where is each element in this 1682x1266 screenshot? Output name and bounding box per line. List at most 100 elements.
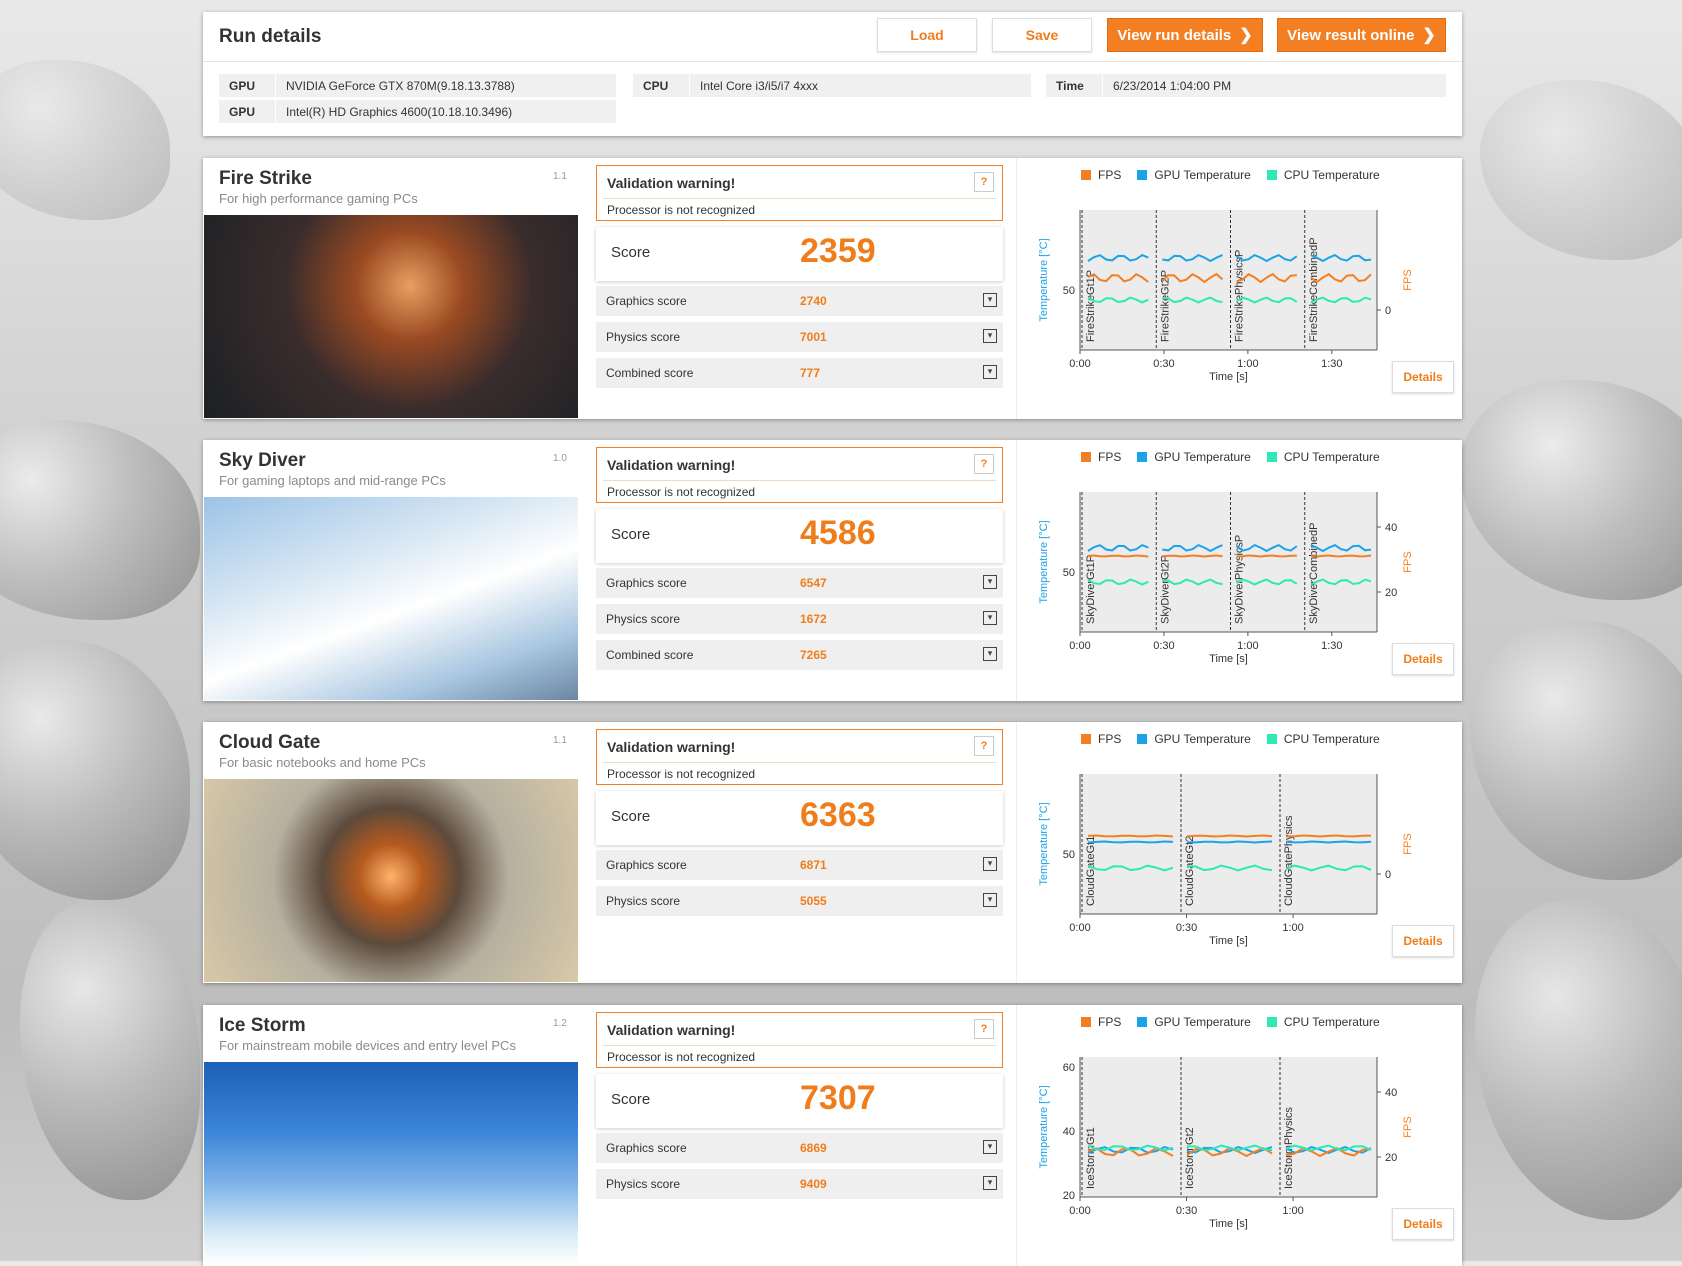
segment-label: FireStrikeGt1P: [1085, 270, 1097, 342]
expand-dropdown-icon[interactable]: ▾: [983, 647, 997, 661]
monitoring-chart: FPS GPU Temperature CPU Temperature Clou…: [1016, 722, 1463, 983]
right-tick-label: 0: [1385, 869, 1391, 881]
test-artwork: [204, 215, 578, 418]
cpu-row: CPU Intel Core i3/i5/i7 4xxx: [633, 74, 1031, 97]
expand-dropdown-icon[interactable]: ▾: [983, 329, 997, 343]
validation-warning: Validation warning! ? Processor is not r…: [596, 447, 1003, 503]
details-button[interactable]: Details: [1392, 925, 1454, 957]
x-tick-label: 0:30: [1153, 640, 1174, 652]
left-tick-label: 60: [1063, 1062, 1075, 1074]
background-rock: [1460, 380, 1682, 600]
test-artwork: [204, 779, 578, 982]
x-axis-label: Time [s]: [1209, 653, 1248, 665]
score-label: Score: [611, 808, 651, 825]
help-icon[interactable]: ?: [974, 736, 994, 756]
score-value: 7307: [800, 1079, 876, 1117]
subscore-row: Physics score 1672 ▾: [596, 604, 1003, 634]
help-icon[interactable]: ?: [974, 454, 994, 474]
help-icon[interactable]: ?: [974, 172, 994, 192]
subscore-value: 2740: [800, 294, 827, 308]
expand-dropdown-icon[interactable]: ▾: [983, 1176, 997, 1190]
score-label: Score: [611, 1091, 651, 1108]
score-box: Score 2359: [596, 227, 1003, 281]
test-version: 1.1: [553, 171, 567, 182]
right-tick-label: 40: [1385, 1087, 1397, 1099]
run-details-panel: Run details Load Save View run details ❯…: [203, 12, 1462, 136]
x-tick-label: 0:00: [1069, 640, 1090, 652]
expand-dropdown-icon[interactable]: ▾: [983, 293, 997, 307]
left-tick-label: 40: [1063, 1126, 1075, 1138]
test-artwork: [204, 497, 578, 700]
expand-dropdown-icon[interactable]: ▾: [983, 575, 997, 589]
save-button[interactable]: Save: [992, 18, 1092, 52]
subscore-row: Graphics score 6547 ▾: [596, 568, 1003, 598]
subscore-label: Physics score: [606, 612, 681, 626]
cpu-label: CPU: [643, 78, 669, 93]
help-icon[interactable]: ?: [974, 1019, 994, 1039]
header-divider: [203, 61, 1462, 62]
test-subtitle: For high performance gaming PCs: [219, 191, 418, 206]
test-title: Sky Diver: [219, 450, 306, 471]
run-details-title: Run details: [219, 26, 322, 47]
subscore-label: Graphics score: [606, 858, 687, 872]
right-tick-label: 20: [1385, 1152, 1397, 1164]
x-tick-label: 0:30: [1176, 1205, 1197, 1217]
gpu-label: GPU: [229, 104, 256, 119]
subscore-label: Combined score: [606, 366, 694, 380]
view-result-online-button[interactable]: View result online ❯: [1277, 18, 1446, 52]
details-button[interactable]: Details: [1392, 643, 1454, 675]
subscore-value: 7265: [800, 648, 827, 662]
validation-warning: Validation warning! ? Processor is not r…: [596, 1012, 1003, 1068]
subscore-label: Physics score: [606, 1177, 681, 1191]
background-rock: [1470, 620, 1682, 880]
segment-label: CloudGateGt2: [1184, 836, 1196, 906]
chevron-right-icon: ❯: [1239, 27, 1253, 44]
background-rock: [0, 640, 190, 900]
x-tick-label: 1:30: [1321, 640, 1342, 652]
score-value: 2359: [800, 232, 876, 270]
right-axis-label: FPS: [1402, 269, 1414, 290]
details-button[interactable]: Details: [1392, 1208, 1454, 1240]
x-tick-label: 1:00: [1282, 922, 1303, 934]
subscore-label: Graphics score: [606, 1141, 687, 1155]
segment-label: FireStrikeCombinedP: [1308, 237, 1320, 342]
segment-label: CloudGatePhysics: [1283, 815, 1295, 906]
gpu1-row: GPU NVIDIA GeForce GTX 870M(9.18.13.3788…: [219, 74, 616, 97]
load-button[interactable]: Load: [877, 18, 977, 52]
warning-title: Validation warning!: [607, 457, 736, 473]
details-button[interactable]: Details: [1392, 361, 1454, 393]
segment-label: SkyDiverCombinedP: [1308, 523, 1320, 624]
warning-message: Processor is not recognized: [607, 203, 756, 217]
background-rock: [20, 900, 200, 1200]
test-panel-4: Ice Storm For mainstream mobile devices …: [203, 1005, 1462, 1266]
segment-label: SkyDiverGt1P: [1085, 555, 1097, 624]
subscore-value: 7001: [800, 330, 827, 344]
plot-background: [1080, 210, 1377, 350]
x-axis-label: Time [s]: [1209, 371, 1248, 383]
subscore-label: Graphics score: [606, 576, 687, 590]
expand-dropdown-icon[interactable]: ▾: [983, 857, 997, 871]
score-box: Score 4586: [596, 509, 1003, 563]
expand-dropdown-icon[interactable]: ▾: [983, 365, 997, 379]
x-tick-label: 1:30: [1321, 358, 1342, 370]
view-run-details-button[interactable]: View run details ❯: [1107, 18, 1263, 52]
subscore-row: Physics score 7001 ▾: [596, 322, 1003, 352]
test-subtitle: For gaming laptops and mid-range PCs: [219, 473, 446, 488]
validation-warning: Validation warning! ? Processor is not r…: [596, 165, 1003, 221]
expand-dropdown-icon[interactable]: ▾: [983, 1140, 997, 1154]
monitoring-chart: FPS GPU Temperature CPU Temperature SkyD…: [1016, 440, 1463, 701]
test-panel-3: Cloud Gate For basic notebooks and home …: [203, 722, 1462, 983]
segment-label: SkyDiverGt2P: [1159, 555, 1171, 624]
x-tick-label: 1:00: [1237, 640, 1258, 652]
subscore-value: 6869: [800, 1141, 827, 1155]
test-version: 1.1: [553, 735, 567, 746]
x-tick-label: 0:00: [1069, 1205, 1090, 1217]
segment-label: IceStormGt1: [1085, 1127, 1097, 1189]
fps-line: [1087, 834, 1372, 838]
expand-dropdown-icon[interactable]: ▾: [983, 611, 997, 625]
background-rock: [1475, 900, 1682, 1220]
x-axis-label: Time [s]: [1209, 1218, 1248, 1230]
subscore-row: Combined score 777 ▾: [596, 358, 1003, 388]
view-result-online-label: View result online: [1287, 26, 1415, 44]
expand-dropdown-icon[interactable]: ▾: [983, 893, 997, 907]
